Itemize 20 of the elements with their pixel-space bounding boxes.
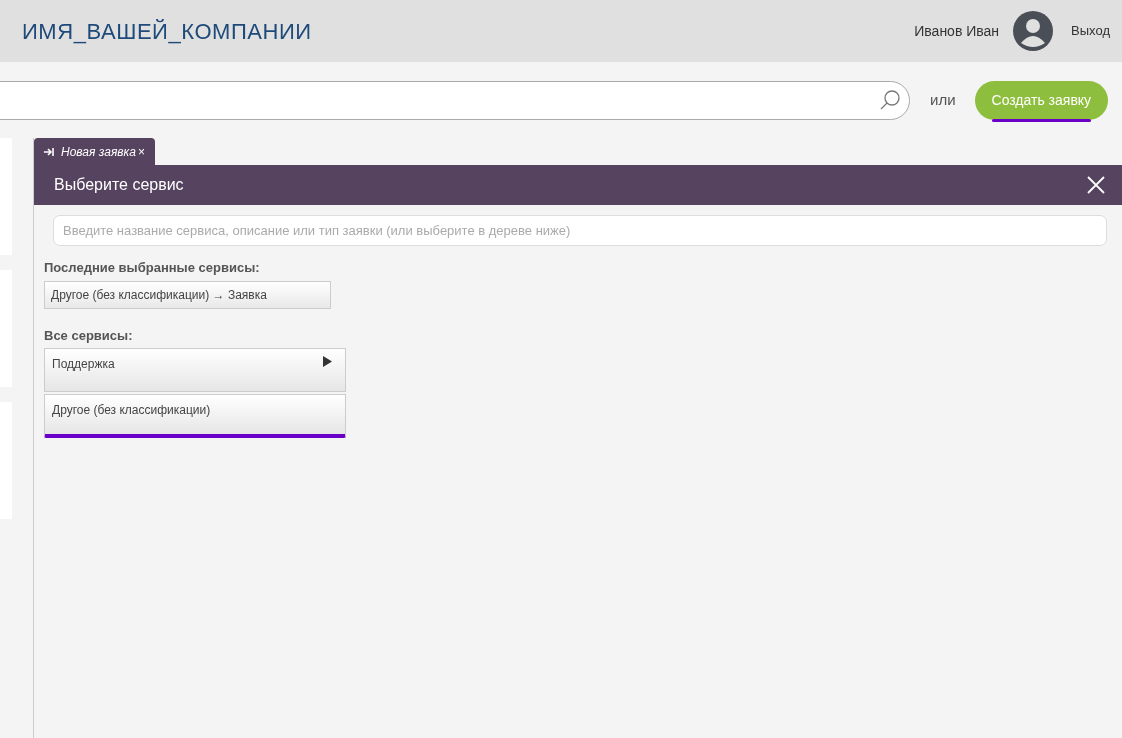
service-search-field[interactable]: Введите название сервиса, описание или тип заявки (или выберите в дереве ниже) <box>53 215 1107 246</box>
pin-icon <box>44 147 55 156</box>
dialog-title: Выберите сервис <box>54 175 184 195</box>
company-logo[interactable]: ИМЯ_ВАШЕЙ_КОМПАНИИ <box>22 14 312 48</box>
recent-heading: Последние выбранные сервисы: <box>44 259 261 277</box>
tab-close[interactable]: × <box>137 142 145 161</box>
recent-service-item[interactable]: Другое (без классификации) → Заявка <box>44 280 331 309</box>
service-item[interactable]: Поддержка <box>44 348 346 392</box>
service-item[interactable]: Другое (без классификации) <box>44 394 346 438</box>
or-label: или <box>930 89 956 110</box>
avatar-icon[interactable] <box>1013 11 1054 51</box>
request-tab[interactable]: Новая заявка × <box>34 138 155 165</box>
search-field[interactable] <box>0 80 910 120</box>
all-services-heading: Все сервисы: <box>44 326 134 345</box>
expand-arrow-icon[interactable] <box>323 356 332 367</box>
search-icon[interactable] <box>879 89 901 111</box>
close-icon[interactable] <box>1087 176 1105 194</box>
tab-label: Новая заявка <box>61 143 136 161</box>
logout-link[interactable]: Выход <box>1071 21 1110 41</box>
user-name: Иванов Иван <box>914 21 1000 41</box>
